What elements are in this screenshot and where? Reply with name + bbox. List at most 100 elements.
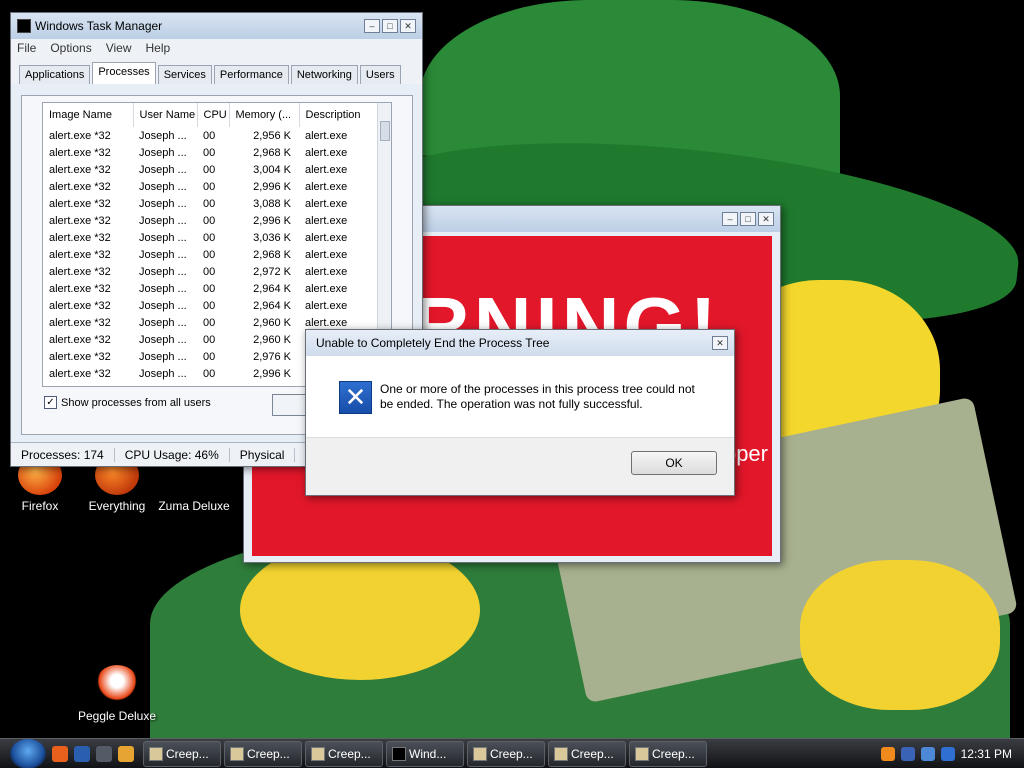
tab-performance[interactable]: Performance xyxy=(213,65,289,84)
table-row[interactable]: alert.exe *32 Joseph ... 00 2,996 K alert.ex… xyxy=(43,212,379,229)
process-memory: 2,964 K xyxy=(253,299,291,312)
start-button[interactable] xyxy=(10,738,46,768)
close-button[interactable]: ✕ xyxy=(400,19,416,33)
taskbar-button[interactable]: Creep... xyxy=(224,740,302,767)
process-cpu: 00 xyxy=(203,265,216,278)
tab-services[interactable]: Services xyxy=(157,65,212,84)
process-image-name: alert.exe *32 xyxy=(49,129,111,142)
show-all-processes-option[interactable]: ✓ Show processes from all users xyxy=(44,396,211,409)
process-cpu: 00 xyxy=(203,248,216,261)
process-description: alert.exe xyxy=(305,214,348,227)
window-title: Windows Task Manager xyxy=(35,19,163,33)
menu-file[interactable]: File xyxy=(17,41,36,57)
process-image-name: alert.exe *32 xyxy=(49,231,111,244)
process-memory: 2,972 K xyxy=(253,265,291,278)
desktop-icon-peggle-deluxe[interactable]: Peggle Deluxe xyxy=(77,665,157,723)
security-icon[interactable] xyxy=(940,747,955,761)
process-description: alert.exe xyxy=(305,282,348,295)
process-memory: 2,968 K xyxy=(253,248,291,261)
table-row[interactable]: alert.exe *32 Joseph ... 00 2,968 K alert.ex… xyxy=(43,246,379,263)
process-image-name: alert.exe *32 xyxy=(49,146,111,159)
column-image-name[interactable]: Image Name xyxy=(43,103,134,127)
process-user-name: Joseph ... xyxy=(139,163,187,176)
taskbar-button[interactable]: Creep... xyxy=(629,740,707,767)
close-button[interactable]: ✕ xyxy=(712,336,728,350)
taskbar-button-label: Creep... xyxy=(166,746,209,761)
ok-button[interactable]: OK xyxy=(631,451,717,475)
menu-view[interactable]: View xyxy=(106,41,132,57)
process-user-name: Joseph ... xyxy=(139,146,187,159)
tab-networking[interactable]: Networking xyxy=(290,65,358,84)
tab-processes[interactable]: Processes xyxy=(92,62,156,84)
process-user-name: Joseph ... xyxy=(139,299,187,312)
table-row[interactable]: alert.exe *32 Joseph ... 00 2,968 K alert.ex… xyxy=(43,144,379,161)
process-user-name: Joseph ... xyxy=(139,265,187,278)
show-desktop-icon[interactable] xyxy=(74,745,90,762)
close-button[interactable]: ✕ xyxy=(758,212,774,226)
scrollbar-thumb[interactable] xyxy=(380,121,390,141)
taskbar-button-label: Creep... xyxy=(571,746,614,761)
process-image-name: alert.exe *32 xyxy=(49,316,111,329)
column-description[interactable]: Description xyxy=(299,103,379,127)
table-row[interactable]: alert.exe *32 Joseph ... 00 3,088 K alert.ex… xyxy=(43,195,379,212)
show-all-processes-checkbox[interactable]: ✓ xyxy=(44,396,57,409)
process-memory: 2,996 K xyxy=(253,214,291,227)
firefox-quicklaunch-icon[interactable] xyxy=(52,745,68,762)
error-dialog[interactable]: Unable to Completely End the Process Tre… xyxy=(305,329,735,496)
volume-icon[interactable] xyxy=(920,747,935,761)
maximize-button[interactable]: □ xyxy=(382,19,398,33)
clock[interactable]: 12:31 PM xyxy=(961,747,1012,761)
error-dialog-body: ✕ One or more of the processes in this p… xyxy=(306,358,734,438)
error-dialog-titlebar[interactable]: Unable to Completely End the Process Tre… xyxy=(306,330,734,356)
table-row[interactable]: alert.exe *32 Joseph ... 00 3,004 K alert.ex… xyxy=(43,161,379,178)
window-icon xyxy=(554,746,568,761)
process-cpu: 00 xyxy=(203,333,216,346)
system-tray: 12:31 PM xyxy=(880,739,1024,768)
network-icon[interactable] xyxy=(900,747,915,761)
menu-options[interactable]: Options xyxy=(50,41,91,57)
process-description: alert.exe xyxy=(305,265,348,278)
desktop-icon-label: Everything xyxy=(88,499,146,513)
taskbar-button[interactable]: Creep... xyxy=(467,740,545,767)
process-image-name: alert.exe *32 xyxy=(49,333,111,346)
menu-help[interactable]: Help xyxy=(146,41,171,57)
process-image-name: alert.exe *32 xyxy=(49,197,111,210)
table-row[interactable]: alert.exe *32 Joseph ... 00 2,964 K alert.ex… xyxy=(43,297,379,314)
task-manager-titlebar[interactable]: Windows Task Manager – □ ✕ xyxy=(11,13,422,39)
taskbar: Creep... Creep... Creep... Wind... Creep... C… xyxy=(0,738,1024,768)
column-cpu[interactable]: CPU xyxy=(197,103,230,127)
tab-users[interactable]: Users xyxy=(359,65,401,84)
column-memory[interactable]: Memory (... xyxy=(229,103,300,127)
taskbar-button[interactable]: Creep... xyxy=(548,740,626,767)
process-description: alert.exe xyxy=(305,163,348,176)
process-cpu: 00 xyxy=(203,367,216,380)
process-user-name: Joseph ... xyxy=(139,333,187,346)
error-dialog-title: Unable to Completely End the Process Tre… xyxy=(316,336,550,350)
table-row[interactable]: alert.exe *32 Joseph ... 00 2,964 K alert.ex… xyxy=(43,280,379,297)
process-user-name: Joseph ... xyxy=(139,129,187,142)
table-row[interactable]: alert.exe *32 Joseph ... 00 3,036 K alert.ex… xyxy=(43,229,379,246)
column-user-name[interactable]: User Name xyxy=(133,103,198,127)
tab-applications[interactable]: Applications xyxy=(19,65,91,84)
switch-windows-icon[interactable] xyxy=(96,745,112,762)
table-row[interactable]: alert.exe *32 Joseph ... 00 2,996 K alert.ex… xyxy=(43,178,379,195)
minimize-button[interactable]: – xyxy=(364,19,380,33)
table-row[interactable]: alert.exe *32 Joseph ... 00 2,956 K alert.ex… xyxy=(43,127,379,144)
taskbar-button[interactable]: Creep... xyxy=(143,740,221,767)
maximize-button[interactable]: □ xyxy=(740,212,756,226)
status-processes: Processes: 174 xyxy=(11,447,115,462)
taskbar-button[interactable]: Wind... xyxy=(386,740,464,767)
process-memory: 2,960 K xyxy=(253,333,291,346)
minimize-button[interactable]: – xyxy=(722,212,738,226)
process-cpu: 00 xyxy=(203,316,216,329)
wallpaper-hand xyxy=(800,560,1000,710)
window-icon xyxy=(473,746,487,761)
search-icon[interactable] xyxy=(880,747,895,761)
table-row[interactable]: alert.exe *32 Joseph ... 00 2,972 K alert.ex… xyxy=(43,263,379,280)
task-manager-icon xyxy=(17,19,31,33)
media-player-icon[interactable] xyxy=(118,745,134,762)
process-user-name: Joseph ... xyxy=(139,180,187,193)
taskbar-button[interactable]: Creep... xyxy=(305,740,383,767)
process-cpu: 00 xyxy=(203,214,216,227)
process-user-name: Joseph ... xyxy=(139,231,187,244)
